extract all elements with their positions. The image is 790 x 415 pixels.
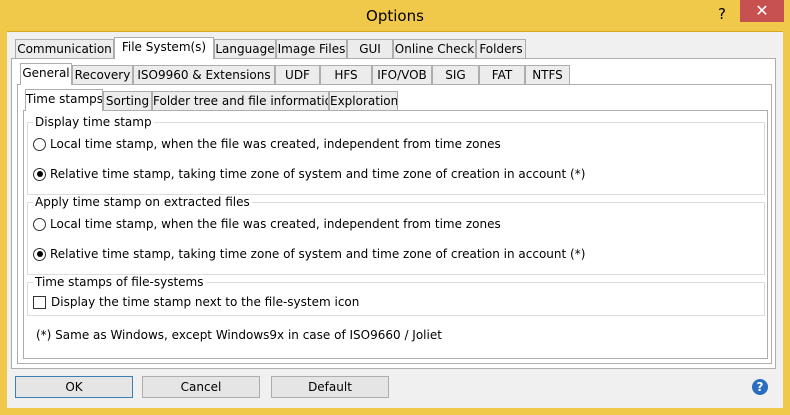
tabs-level3: Time stamps Sorting Folder tree and file… (25, 89, 400, 111)
apply-relative-radio-option[interactable]: Relative time stamp, taking time zone of… (33, 247, 585, 261)
cancel-button[interactable]: Cancel (142, 376, 260, 398)
tab-fat[interactable]: FAT (479, 65, 525, 84)
display-relative-radio[interactable] (33, 167, 46, 181)
tabs-level1: Communication File System(s) Language Im… (15, 37, 526, 59)
tab-communication[interactable]: Communication (15, 39, 114, 58)
fs-group-title: Time stamps of file-systems (33, 275, 206, 289)
tab-sorting[interactable]: Sorting (103, 91, 152, 110)
ok-button[interactable]: OK (15, 376, 133, 398)
apply-local-radio[interactable] (33, 217, 46, 231)
window-frame-right (783, 31, 790, 415)
fs-timestamp-label: Display the time stamp next to the file-… (51, 295, 360, 309)
title-bar: Options ? ✕ (0, 0, 790, 32)
apply-local-radio-option[interactable]: Local time stamp, when the file was crea… (33, 217, 501, 231)
tab-image-files[interactable]: Image Files (276, 39, 347, 58)
display-time-stamp-group (27, 122, 765, 195)
footnote: (*) Same as Windows, except Windows9x in… (36, 328, 442, 342)
tab-gui[interactable]: GUI (347, 39, 393, 58)
tab-file-systems[interactable]: File System(s) (114, 37, 214, 59)
default-button[interactable]: Default (271, 376, 389, 398)
tab-ifo-vob[interactable]: IFO/VOB (372, 65, 432, 84)
apply-local-label: Local time stamp, when the file was crea… (50, 217, 501, 231)
tab-folders[interactable]: Folders (476, 39, 526, 58)
help-button-icon[interactable]: ? (752, 379, 768, 395)
tab-recovery[interactable]: Recovery (72, 65, 133, 84)
close-button[interactable]: ✕ (740, 0, 784, 22)
tab-exploration[interactable]: Exploration (329, 91, 398, 110)
tab-folder-tree[interactable]: Folder tree and file information (152, 91, 329, 110)
window-frame-left (0, 31, 7, 415)
display-local-radio-option[interactable]: Local time stamp, when the file was crea… (33, 137, 501, 151)
tab-online-check[interactable]: Online Check (393, 39, 476, 58)
display-relative-label: Relative time stamp, taking time zone of… (50, 167, 586, 181)
window-frame-bottom (0, 408, 790, 415)
fs-timestamp-checkbox[interactable] (33, 295, 46, 309)
apply-group-title: Apply time stamp on extracted files (33, 195, 252, 209)
window-title: Options (366, 7, 424, 25)
display-local-label: Local time stamp, when the file was crea… (50, 137, 501, 151)
tab-udf[interactable]: UDF (275, 65, 320, 84)
tab-hfs[interactable]: HFS (320, 65, 372, 84)
help-icon[interactable]: ? (712, 4, 732, 24)
tab-general[interactable]: General (20, 63, 72, 85)
display-local-radio[interactable] (33, 137, 46, 151)
display-relative-radio-option[interactable]: Relative time stamp, taking time zone of… (33, 167, 585, 181)
display-group-title: Display time stamp (33, 115, 154, 129)
tabs-level2: General Recovery ISO9960 & Extensions UD… (20, 63, 570, 85)
apply-relative-label: Relative time stamp, taking time zone of… (50, 247, 586, 261)
tab-time-stamps[interactable]: Time stamps (25, 89, 103, 111)
tab-ntfs[interactable]: NTFS (525, 65, 570, 84)
fs-timestamp-checkbox-option[interactable]: Display the time stamp next to the file-… (33, 295, 359, 309)
tab-iso9960[interactable]: ISO9960 & Extensions (133, 65, 275, 84)
tab-language[interactable]: Language (214, 39, 276, 58)
apply-time-stamp-group (27, 202, 765, 275)
apply-relative-radio[interactable] (33, 247, 46, 261)
tab-sig[interactable]: SIG (432, 65, 479, 84)
